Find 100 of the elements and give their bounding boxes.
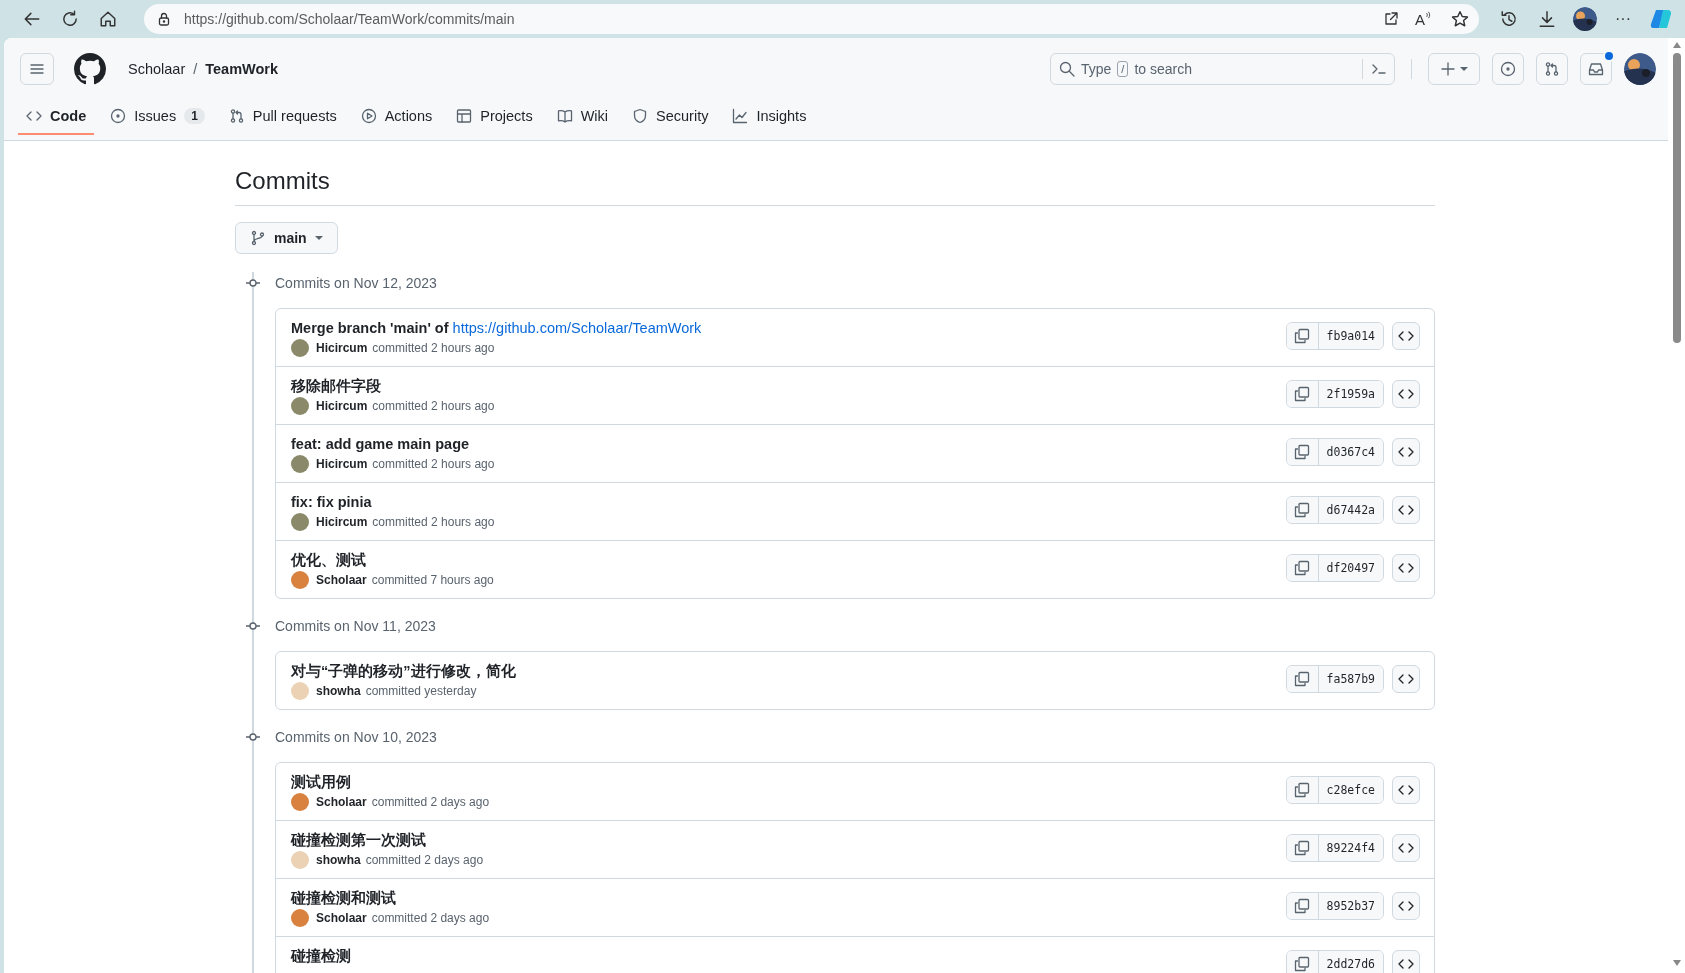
author-name[interactable]: Scholaar <box>316 792 367 812</box>
author-name[interactable]: showha <box>316 681 361 701</box>
commit-message[interactable]: Merge branch 'main' of https://github.com/Scholaar/TeamWork <box>291 318 1278 338</box>
commit-message[interactable]: 移除邮件字段 <box>291 376 1278 396</box>
commit-time: committed 2 hours ago <box>372 340 495 357</box>
shield-icon <box>632 108 649 124</box>
commit-sha-button[interactable]: 89224f4 <box>1318 835 1383 861</box>
logo-icon[interactable] <box>74 53 106 85</box>
nav-tab[interactable]: Issues 1 <box>102 99 213 135</box>
pull-request-icon <box>1544 61 1560 77</box>
commit-time: committed 2 days ago <box>371 910 490 927</box>
plus-icon <box>1440 61 1456 77</box>
copy-button[interactable] <box>1286 777 1319 803</box>
commit-sha-button[interactable]: 8952b37 <box>1318 893 1383 919</box>
nav-tab[interactable]: Pull requests <box>220 99 345 135</box>
commit-message[interactable]: 碰撞检测 <box>291 946 1278 966</box>
menu-button[interactable] <box>20 53 54 85</box>
commit-message[interactable]: 测试用例 <box>291 772 1278 792</box>
copy-button[interactable] <box>1286 666 1319 692</box>
copy-icon <box>1294 671 1311 687</box>
commit-sha-button[interactable]: d0367c4 <box>1318 439 1383 465</box>
unread-dot <box>1603 50 1615 62</box>
browse-code-button[interactable] <box>1392 950 1420 973</box>
search-hint: Type <box>1081 61 1112 77</box>
commit-sha-button[interactable]: 2f1959a <box>1318 381 1383 407</box>
create-new-button[interactable] <box>1428 53 1480 85</box>
date-heading: Commits on Nov 11, 2023 <box>275 618 436 634</box>
commit-message[interactable]: 优化、测试 <box>291 550 1278 570</box>
repo-link[interactable]: TeamWork <box>205 61 279 77</box>
nav-tab[interactable]: Security <box>624 99 717 135</box>
commit-time: committed 2 hours ago <box>372 398 495 415</box>
reload-icon <box>61 10 79 28</box>
nav-tab[interactable]: Code <box>18 99 95 135</box>
copy-button[interactable] <box>1286 323 1319 349</box>
copy-icon <box>1294 898 1311 914</box>
issue-icon <box>110 108 127 124</box>
commit-message[interactable]: 碰撞检测第一次测试 <box>291 830 1278 850</box>
menu-icon <box>29 61 45 77</box>
read-aloud-button[interactable]: A <box>1411 10 1439 28</box>
commit-message[interactable]: feat: add game main page <box>291 434 1278 454</box>
issues-button[interactable] <box>1492 53 1524 85</box>
commit-time: committed 2 hours ago <box>372 456 495 473</box>
search-field[interactable]: Type / to search <box>1050 53 1395 85</box>
commit-time: committed yesterday <box>365 683 477 700</box>
inbox-button[interactable] <box>1580 53 1612 85</box>
commit-sha-button[interactable]: fa587b9 <box>1318 666 1383 692</box>
commit-message[interactable]: 碰撞检测和测试 <box>291 888 1278 908</box>
scrollbar-thumb[interactable] <box>1672 53 1681 343</box>
nav-tab[interactable]: Projects <box>448 99 541 135</box>
date-heading: Commits on Nov 10, 2023 <box>275 729 437 745</box>
copy-button[interactable] <box>1286 497 1319 523</box>
owner-link[interactable]: Scholaar <box>128 61 186 77</box>
open-in-app-icon <box>1383 11 1399 27</box>
table-icon <box>456 108 473 124</box>
author-name[interactable]: Scholaar <box>316 570 367 590</box>
copy-button[interactable] <box>1286 951 1319 973</box>
author-name[interactable]: Hicircum <box>316 454 368 474</box>
profile-avatar <box>1573 7 1597 31</box>
branch-icon <box>250 230 266 246</box>
scroll-up-icon[interactable] <box>1671 41 1682 49</box>
commit-sha-button[interactable]: c28efce <box>1318 777 1383 803</box>
copy-icon <box>1294 560 1311 576</box>
commit-time: committed 2 days ago <box>371 794 490 811</box>
date-heading: Commits on Nov 12, 2023 <box>275 275 437 291</box>
nav-tab[interactable]: Actions <box>352 99 441 135</box>
copy-icon <box>1294 840 1311 856</box>
commit-sha-button[interactable]: d67442a <box>1318 497 1383 523</box>
commit-sha-button[interactable]: fb9a014 <box>1318 323 1383 349</box>
copy-button[interactable] <box>1286 381 1319 407</box>
download-icon <box>1538 10 1556 28</box>
author-name[interactable]: Scholaar <box>316 908 367 928</box>
scroll-down-icon[interactable] <box>1671 959 1682 967</box>
commit-sha-button[interactable]: df20497 <box>1318 555 1383 581</box>
pull-requests-button[interactable] <box>1536 53 1568 85</box>
pull-request-icon <box>228 108 245 124</box>
copy-icon <box>1294 956 1311 972</box>
copy-button[interactable] <box>1286 835 1319 861</box>
author-name[interactable]: showha <box>316 850 361 870</box>
nav-tab[interactable]: Wiki <box>548 99 617 135</box>
more-button[interactable]: ··· <box>1607 4 1639 34</box>
commit-message[interactable]: 对与“子弹的移动”进行修改，简化 <box>291 661 1278 681</box>
branch-selector[interactable]: main <box>235 222 338 254</box>
copy-button[interactable] <box>1286 893 1319 919</box>
copy-icon <box>1294 444 1311 460</box>
commit-sha-button[interactable]: 2dd27d6 <box>1318 951 1383 973</box>
author-name[interactable]: Hicircum <box>316 396 368 416</box>
nav-tab[interactable]: Insights <box>724 99 815 135</box>
star-icon <box>1451 10 1469 28</box>
copy-button[interactable] <box>1286 439 1319 465</box>
copilot-icon <box>1650 8 1672 30</box>
author-name[interactable]: Hicircum <box>316 512 368 532</box>
copy-button[interactable] <box>1286 555 1319 581</box>
commit-message[interactable]: fix: fix pinia <box>291 492 1278 512</box>
address-bar[interactable]: https://github.com/Scholaar/TeamWork/commits/main A <box>144 4 1479 34</box>
author-name[interactable]: Hicircum <box>316 338 368 358</box>
page-title: Commits <box>235 165 1435 206</box>
commit-link[interactable]: https://github.com/Scholaar/TeamWork <box>452 320 702 336</box>
inbox-icon <box>1588 61 1604 77</box>
path-separator: / <box>193 61 198 77</box>
graph-icon <box>732 108 749 124</box>
